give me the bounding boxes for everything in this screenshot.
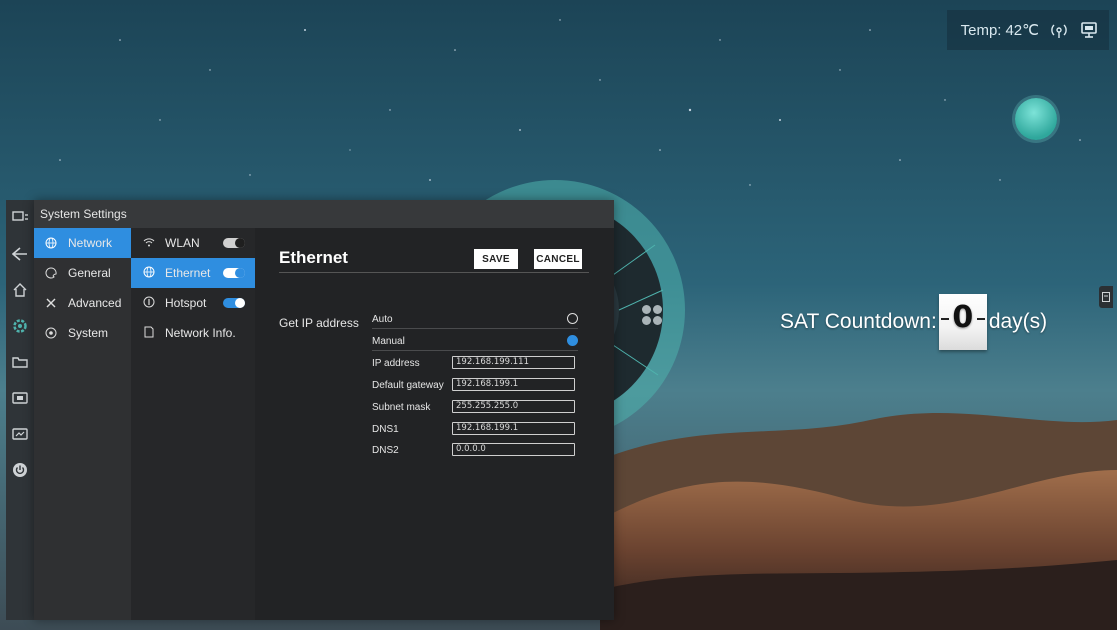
status-bar: Temp: 42℃ <box>946 10 1109 50</box>
countdown-prefix: SAT Countdown: <box>780 310 937 333</box>
default-gateway-row: Default gateway 192.168.199.1 <box>372 377 575 393</box>
option-manual[interactable]: Manual <box>372 332 578 351</box>
power-icon[interactable] <box>6 452 34 488</box>
sidebar-handle-icon[interactable] <box>1099 286 1113 308</box>
countdown-digit: 0 <box>952 300 974 335</box>
globe-icon <box>143 266 155 281</box>
wifi-icon <box>143 236 155 251</box>
countdown-suffix: day(s) <box>988 310 1048 333</box>
window-icon[interactable] <box>6 200 34 236</box>
submenu-item-ethernet[interactable]: Ethernet <box>131 258 255 288</box>
palette-icon <box>44 266 58 280</box>
submenu-item-hotspot[interactable]: Hotspot <box>131 288 255 318</box>
left-dock <box>6 200 34 620</box>
countdown-flip-card: 0 <box>938 294 987 350</box>
dns2-field[interactable]: 0.0.0.0 <box>452 443 575 456</box>
menu-item-label: Network <box>68 236 113 250</box>
globe-icon <box>44 236 58 250</box>
panel-title: Ethernet <box>279 248 348 267</box>
temp-value: 42℃ <box>1005 22 1039 39</box>
tools-icon <box>44 296 58 310</box>
floating-ball-button[interactable] <box>1015 98 1057 140</box>
back-icon[interactable] <box>6 236 34 272</box>
submenu-item-label: WLAN <box>165 236 200 250</box>
document-icon <box>143 326 155 341</box>
hotspot-toggle[interactable] <box>223 298 245 308</box>
field-label: DNS1 <box>372 423 399 435</box>
window-title: System Settings <box>40 207 127 221</box>
submenu-item-network-info[interactable]: Network Info. <box>131 318 255 348</box>
temp-label: Temp: <box>960 21 1002 39</box>
window-titlebar: System Settings <box>34 200 614 228</box>
launcher-apps-icon[interactable] <box>642 305 662 325</box>
settings-icon[interactable] <box>6 308 34 344</box>
menu-item-advanced[interactable]: Advanced <box>34 288 131 318</box>
option-auto[interactable]: Auto <box>372 310 578 329</box>
submenu-item-label: Hotspot <box>165 296 207 310</box>
signal-icon[interactable] <box>1049 20 1069 40</box>
default-gateway-field[interactable]: 192.168.199.1 <box>452 378 575 391</box>
auto-radio[interactable] <box>567 313 578 324</box>
folder-icon[interactable] <box>6 344 34 380</box>
ethernet-toggle[interactable] <box>223 268 245 278</box>
system-settings-window: System Settings Network General Advanced <box>34 200 614 620</box>
submenu-item-label: Network Info. <box>165 326 236 340</box>
menu-item-system[interactable]: System <box>34 318 131 348</box>
subnet-mask-row: Subnet mask 255.255.255.0 <box>372 399 575 415</box>
settings-menu: Network General Advanced System <box>34 228 131 620</box>
cancel-button[interactable]: CANCEL <box>534 249 582 269</box>
dns1-row: DNS1 192.168.199.1 <box>372 421 575 437</box>
sat-countdown-widget[interactable]: SAT Countdown: 0 day(s) <box>780 292 1047 352</box>
submenu-item-wlan[interactable]: WLAN <box>131 228 255 258</box>
network-submenu: WLAN Ethernet Hotspot Network Info. <box>131 228 255 620</box>
field-label: Subnet mask <box>372 401 431 413</box>
home-icon[interactable] <box>6 272 34 308</box>
screenshot-icon[interactable] <box>6 416 34 452</box>
option-label: Auto <box>372 313 393 325</box>
ip-address-row: IP address 192.168.199.111 <box>372 355 575 371</box>
menu-item-label: Advanced <box>68 296 122 310</box>
info-icon <box>44 326 58 340</box>
submenu-item-label: Ethernet <box>165 266 211 280</box>
ip-address-field[interactable]: 192.168.199.111 <box>452 356 575 369</box>
field-label: Default gateway <box>372 379 444 391</box>
ethernet-panel: Ethernet Get IP address Auto Manual IP a… <box>255 228 614 620</box>
dns1-field[interactable]: 192.168.199.1 <box>452 422 575 435</box>
hotspot-icon <box>143 296 155 311</box>
menu-item-label: General <box>68 266 111 280</box>
save-button[interactable]: SAVE <box>474 249 518 269</box>
manual-radio[interactable] <box>567 335 578 346</box>
dns2-row: DNS2 0.0.0.0 <box>372 442 575 458</box>
subnet-mask-field[interactable]: 255.255.255.0 <box>452 400 575 413</box>
get-ip-label: Get IP address <box>279 316 359 330</box>
wlan-toggle[interactable] <box>223 238 245 248</box>
screen-icon[interactable] <box>1079 20 1099 40</box>
menu-item-network[interactable]: Network <box>34 228 131 258</box>
menu-item-label: System <box>68 326 109 340</box>
option-label: Manual <box>372 335 405 347</box>
field-label: IP address <box>372 357 420 369</box>
menu-item-general[interactable]: General <box>34 258 131 288</box>
input-source-icon[interactable] <box>6 380 34 416</box>
field-label: DNS2 <box>372 444 399 456</box>
